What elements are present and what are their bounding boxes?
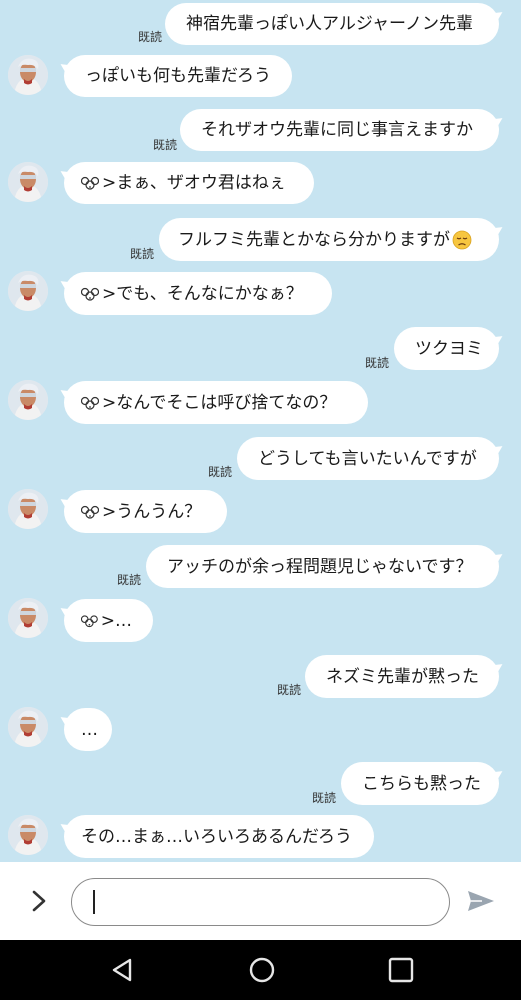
message-text: 神宿先輩っぽい人アルジャーノン先輩 [186, 14, 473, 34]
message-bubble-outgoing[interactable]: それザオウ先輩に同じ事言えますか [180, 109, 499, 151]
read-receipt: 既読 [276, 683, 301, 697]
message-input[interactable] [71, 878, 450, 926]
message-text: >まぁ、ザオウ君はねぇ [102, 173, 286, 193]
message-bubble-incoming[interactable]: っぽいも何も先輩だろう [64, 55, 292, 97]
chevron-right-icon[interactable] [26, 888, 52, 914]
message-text: その…まぁ…いろいろあるんだろう [81, 826, 352, 847]
chat-area[interactable]: 既読 神宿先輩っぽい人アルジャーノン先輩 っぽいも何も先輩だろう 既読 それザオ… [0, 0, 521, 862]
read-receipt: 既読 [207, 465, 232, 479]
message-bubble-incoming[interactable]: … [64, 708, 112, 751]
contact-avatar[interactable] [8, 271, 48, 311]
message-bubble-outgoing[interactable]: フルフミ先輩とかなら分かりますが [159, 218, 499, 261]
message-input-bar [0, 862, 521, 940]
mouse-face-icon [81, 396, 99, 410]
message-bubble-incoming[interactable]: >まぁ、ザオウ君はねぇ [64, 162, 314, 204]
contact-avatar[interactable] [8, 55, 48, 95]
read-receipt: 既読 [311, 791, 336, 805]
contact-avatar[interactable] [8, 598, 48, 638]
mouse-face-icon [81, 505, 99, 519]
message-text: アッチのが余っ程問題児じゃないです？ [167, 556, 473, 577]
message-bubble-outgoing[interactable]: アッチのが余っ程問題児じゃないです？ [146, 545, 499, 588]
message-text: どうしても言いたいんですが [258, 448, 477, 469]
read-receipt: 既読 [116, 573, 141, 587]
contact-avatar[interactable] [8, 489, 48, 529]
mouse-face-icon [81, 176, 99, 190]
mouse-face-icon [81, 614, 98, 627]
read-receipt: 既読 [152, 138, 177, 152]
message-bubble-outgoing[interactable]: ツクヨミ [394, 327, 499, 370]
message-bubble-outgoing[interactable]: こちらも黙った [341, 762, 499, 805]
message-bubble-outgoing[interactable]: 神宿先輩っぽい人アルジャーノン先輩 [165, 3, 499, 45]
screen: 既読 神宿先輩っぽい人アルジャーノン先輩 っぽいも何も先輩だろう 既読 それザオ… [0, 0, 521, 1000]
read-receipt: 既読 [129, 247, 154, 261]
message-text: それザオウ先輩に同じ事言えますか [201, 120, 473, 140]
message-text: フルフミ先輩とかなら分かりますが [178, 229, 450, 250]
send-icon[interactable] [466, 889, 496, 913]
message-text: … [81, 719, 98, 740]
read-receipt: 既読 [364, 356, 389, 370]
contact-avatar[interactable] [8, 380, 48, 420]
message-text: >… [100, 610, 132, 631]
contact-avatar[interactable] [8, 707, 48, 747]
text-cursor [93, 890, 95, 914]
home-circle-icon[interactable] [247, 955, 277, 985]
message-text: こちらも黙った [362, 773, 481, 794]
message-text: >うんうん？ [102, 501, 202, 522]
contact-avatar[interactable] [8, 815, 48, 855]
message-text: >でも、そんなにかなぁ？ [102, 283, 303, 304]
message-bubble-outgoing[interactable]: どうしても言いたいんですが [237, 437, 499, 480]
message-bubble-incoming[interactable]: >… [64, 599, 153, 642]
message-bubble-incoming[interactable]: その…まぁ…いろいろあるんだろう [64, 815, 374, 858]
mouse-face-icon [81, 287, 99, 301]
system-navigation-bar [0, 940, 521, 1000]
disappointed-face-emoji [452, 230, 472, 249]
message-text: ネズミ先輩が黙った [326, 666, 479, 687]
message-bubble-outgoing[interactable]: ネズミ先輩が黙った [305, 655, 499, 698]
message-bubble-incoming[interactable]: >うんうん？ [64, 490, 227, 533]
message-text: >なんでそこは呼び捨てなの？ [102, 392, 337, 413]
message-text: っぽいも何も先輩だろう [85, 66, 271, 86]
read-receipt: 既読 [137, 30, 162, 44]
recents-square-icon[interactable] [386, 955, 416, 985]
contact-avatar[interactable] [8, 162, 48, 202]
back-triangle-icon[interactable] [108, 955, 138, 985]
message-text: ツクヨミ [415, 338, 483, 359]
message-bubble-incoming[interactable]: >でも、そんなにかなぁ？ [64, 272, 332, 315]
message-bubble-incoming[interactable]: >なんでそこは呼び捨てなの？ [64, 381, 368, 424]
